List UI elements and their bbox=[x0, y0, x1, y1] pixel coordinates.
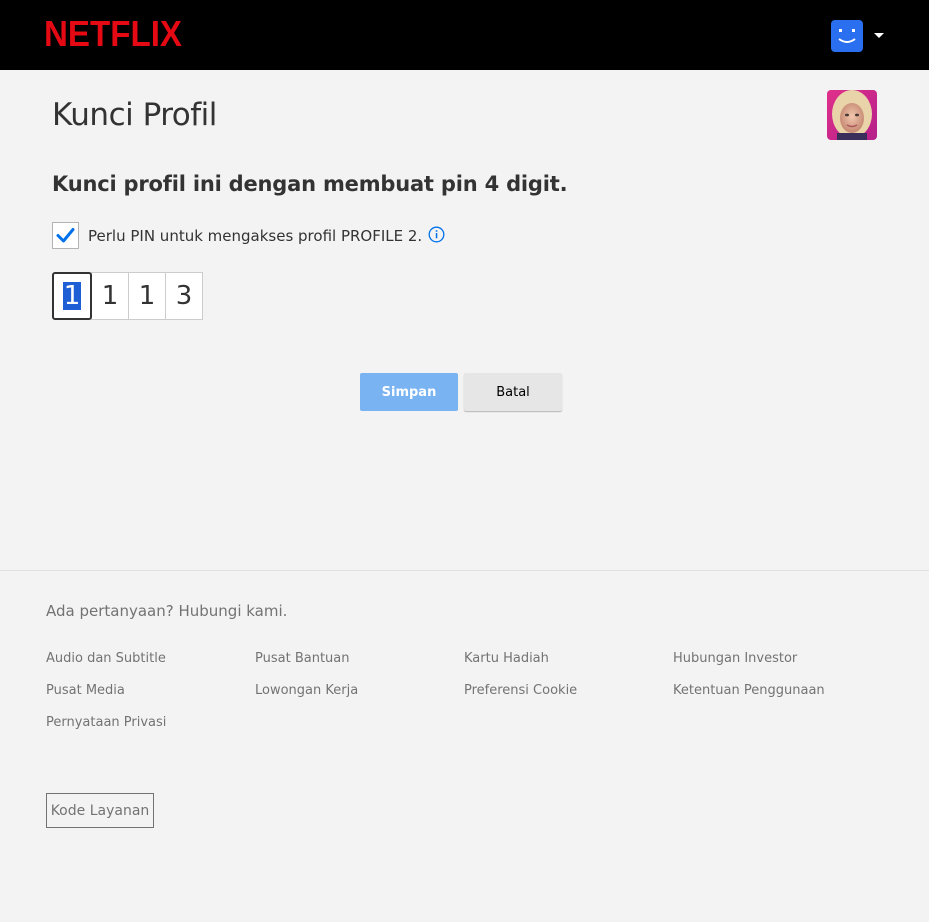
pin-digit-2[interactable]: 1 bbox=[91, 272, 129, 320]
save-button[interactable]: Simpan bbox=[360, 373, 458, 411]
cancel-button[interactable]: Batal bbox=[464, 373, 562, 411]
footer-link-gift-cards[interactable]: Kartu Hadiah bbox=[464, 651, 549, 666]
page-title: Kunci Profil bbox=[52, 97, 217, 133]
info-icon[interactable] bbox=[428, 226, 445, 243]
pin-digit-4[interactable]: 3 bbox=[165, 272, 203, 320]
caret-down-icon[interactable] bbox=[874, 33, 884, 38]
netflix-logo[interactable]: NETFLIX bbox=[44, 13, 182, 55]
require-pin-label: Perlu PIN untuk mengakses profil PROFILE… bbox=[88, 227, 423, 245]
footer-link-jobs[interactable]: Lowongan Kerja bbox=[255, 683, 358, 698]
smiley-profile-icon[interactable] bbox=[831, 20, 863, 52]
pin-input-group: 1 1 1 3 bbox=[52, 272, 203, 320]
footer-link-terms-of-use[interactable]: Ketentuan Penggunaan bbox=[673, 683, 825, 698]
require-pin-checkbox[interactable] bbox=[52, 222, 79, 249]
footer-link-media-center[interactable]: Pusat Media bbox=[46, 683, 125, 698]
footer-link-privacy-statement[interactable]: Pernyataan Privasi bbox=[46, 715, 166, 730]
footer-link-help-center[interactable]: Pusat Bantuan bbox=[255, 651, 350, 666]
footer-link-cookie-preferences[interactable]: Preferensi Cookie bbox=[464, 683, 577, 698]
footer-link-investor-relations[interactable]: Hubungan Investor bbox=[673, 651, 797, 666]
pin-digit-3[interactable]: 1 bbox=[128, 272, 166, 320]
service-code-button[interactable]: Kode Layanan bbox=[46, 793, 154, 828]
top-header: NETFLIX bbox=[0, 0, 929, 70]
footer-contact-question[interactable]: Ada pertanyaan? Hubungi kami. bbox=[46, 602, 287, 620]
footer-divider bbox=[0, 570, 929, 571]
pin-digit-1[interactable]: 1 bbox=[52, 272, 92, 320]
profile-avatar-image bbox=[827, 90, 877, 140]
lock-instruction-heading: Kunci profil ini dengan membuat pin 4 di… bbox=[52, 172, 568, 196]
checkmark-icon bbox=[56, 228, 75, 243]
footer-link-audio-subtitle[interactable]: Audio dan Subtitle bbox=[46, 651, 166, 666]
